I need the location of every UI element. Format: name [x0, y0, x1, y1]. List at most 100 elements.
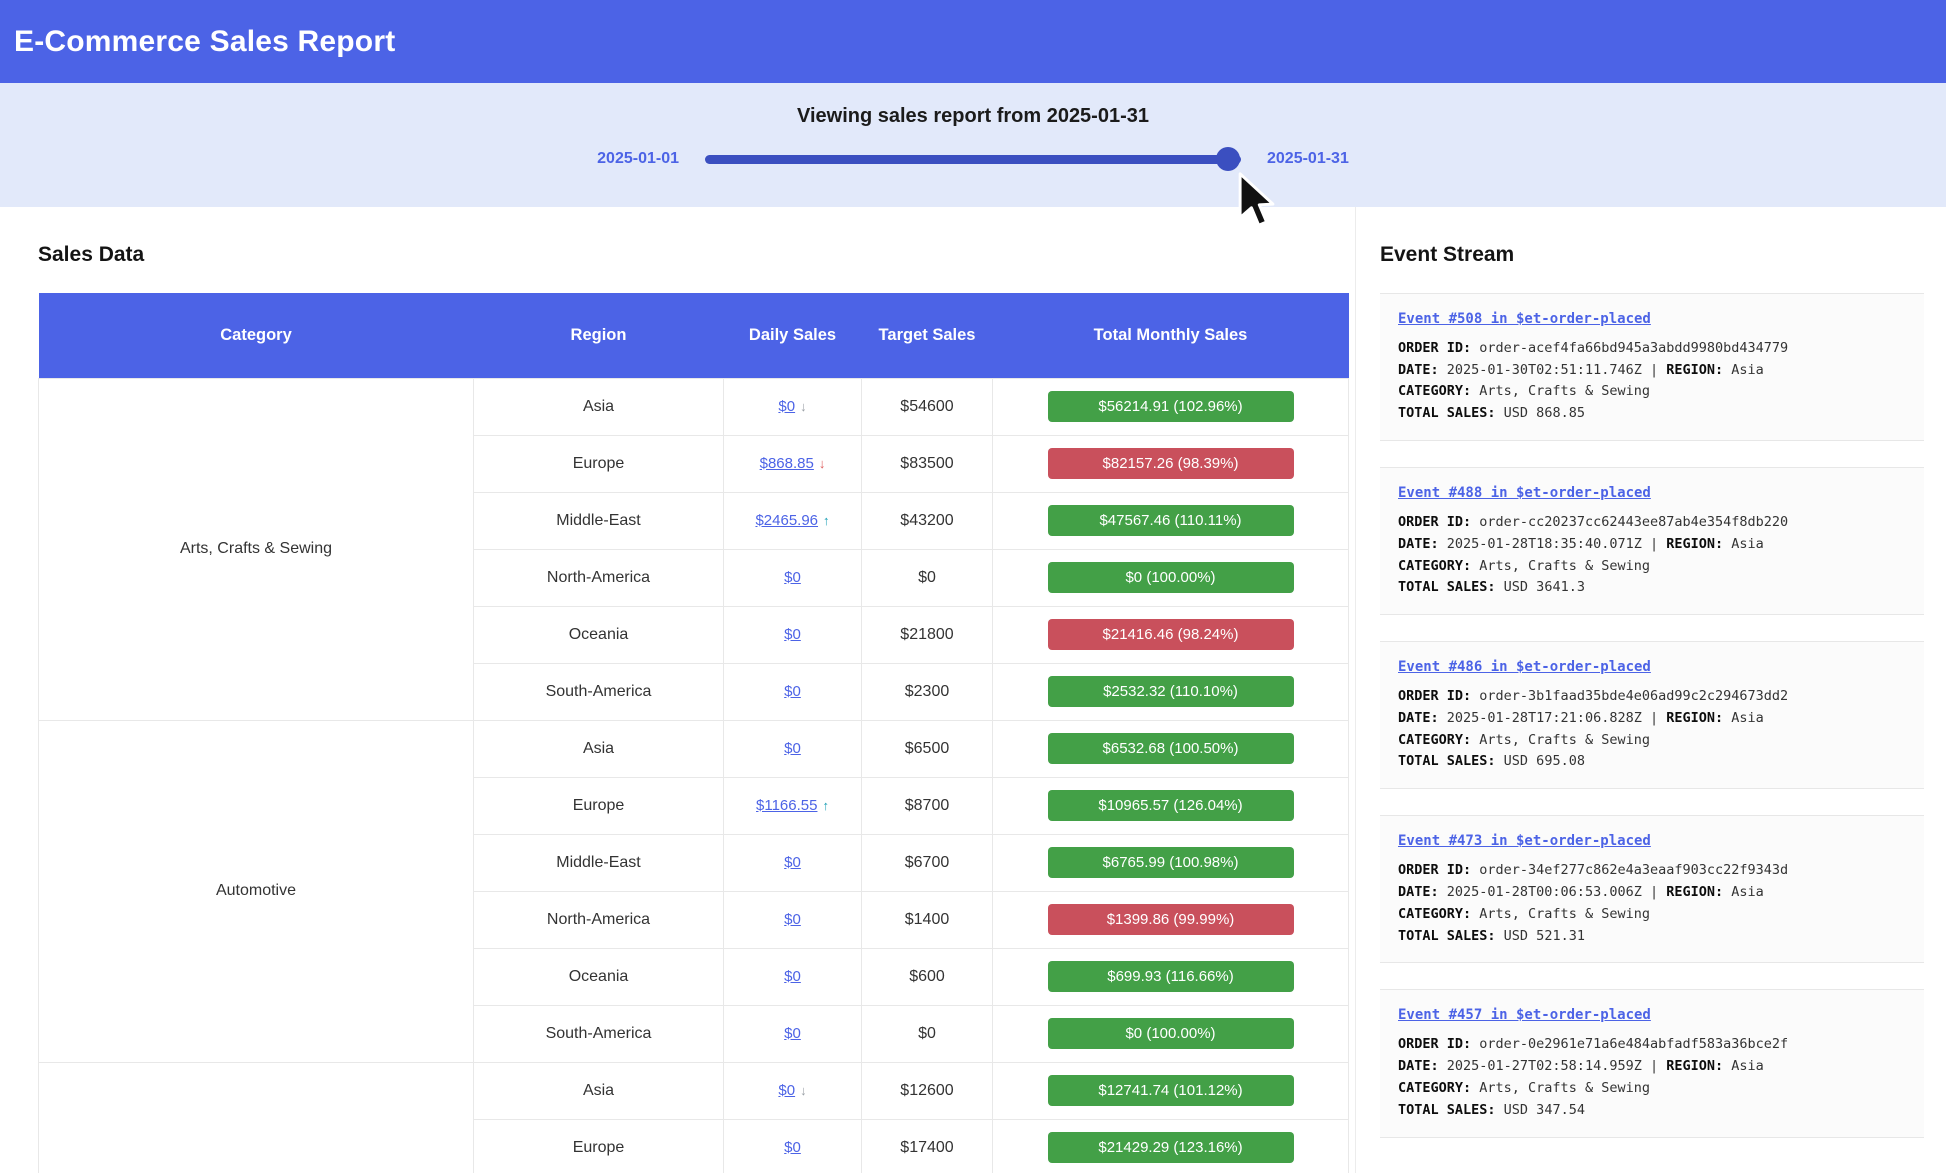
total-sales-badge: $6765.99 (100.98%) — [1048, 847, 1294, 878]
total-sales-badge: $6532.68 (100.50%) — [1048, 733, 1294, 764]
event-order-id: ORDER ID: order-34ef277c862e4a3eaaf903cc… — [1398, 860, 1906, 882]
daily-sales-link[interactable]: $0 — [784, 1139, 801, 1156]
total-sales-badge: $0 (100.00%) — [1048, 1018, 1294, 1049]
event-order-id: ORDER ID: order-acef4fa66bd945a3abdd9980… — [1398, 338, 1906, 360]
daily-sales-cell: $2465.96 ↑ — [724, 492, 862, 549]
sales-table: Category Region Daily Sales Target Sales… — [38, 293, 1349, 1173]
daily-sales-link[interactable]: $0 — [784, 569, 801, 586]
event-stream-panel: Event Stream Event #508 in $et-order-pla… — [1355, 207, 1946, 1173]
total-sales-badge: $82157.26 (98.39%) — [1048, 448, 1294, 479]
event-date-region: DATE: 2025-01-28T00:06:53.006Z | REGION:… — [1398, 882, 1906, 904]
event-link[interactable]: Event #473 in $et-order-placed — [1398, 830, 1651, 853]
total-sales-badge: $10965.57 (126.04%) — [1048, 790, 1294, 821]
target-sales-cell: $83500 — [862, 435, 993, 492]
total-sales-badge: $21429.29 (123.16%) — [1048, 1132, 1294, 1163]
date-slider[interactable] — [705, 155, 1241, 164]
table-row: Asia$0↓$12600$12741.74 (101.12%) — [39, 1062, 1349, 1119]
target-sales-cell: $43200 — [862, 492, 993, 549]
region-cell: Oceania — [474, 606, 724, 663]
target-sales-cell: $17400 — [862, 1119, 993, 1173]
region-cell: Asia — [474, 1062, 724, 1119]
region-cell: Europe — [474, 777, 724, 834]
date-slider-banner: Viewing sales report from 2025-01-31 202… — [0, 83, 1946, 207]
event-link[interactable]: Event #457 in $et-order-placed — [1398, 1004, 1651, 1027]
slider-handle[interactable] — [1216, 147, 1240, 171]
daily-sales-link[interactable]: $0 — [784, 1025, 801, 1042]
daily-sales-cell: $0 — [724, 948, 862, 1005]
daily-sales-link[interactable]: $0 — [784, 626, 801, 643]
total-sales-badge: $56214.91 (102.96%) — [1048, 391, 1294, 422]
event-date-region: DATE: 2025-01-28T18:35:40.071Z | REGION:… — [1398, 534, 1906, 556]
daily-sales-link[interactable]: $0 — [784, 740, 801, 757]
event-date-region: DATE: 2025-01-28T17:21:06.828Z | REGION:… — [1398, 708, 1906, 730]
daily-sales-cell: $0 — [724, 720, 862, 777]
table-row: AutomotiveAsia$0$6500$6532.68 (100.50%) — [39, 720, 1349, 777]
column-header-category: Category — [39, 293, 474, 378]
target-sales-cell: $8700 — [862, 777, 993, 834]
table-header-row: Category Region Daily Sales Target Sales… — [39, 293, 1349, 378]
total-monthly-cell: $699.93 (116.66%) — [993, 948, 1349, 1005]
target-sales-cell: $6500 — [862, 720, 993, 777]
target-sales-cell: $600 — [862, 948, 993, 1005]
daily-sales-link[interactable]: $2465.96 — [755, 512, 818, 529]
daily-sales-cell: $0 ↓ — [724, 378, 862, 435]
trend-up-icon: ↑ — [823, 513, 830, 528]
target-sales-cell: $0 — [862, 549, 993, 606]
total-monthly-cell: $21429.29 (123.16%) — [993, 1119, 1349, 1173]
column-header-region: Region — [474, 293, 724, 378]
event-order-id: ORDER ID: order-3b1faad35bde4e06ad99c2c2… — [1398, 686, 1906, 708]
region-cell: South-America — [474, 663, 724, 720]
region-cell: Middle-East — [474, 834, 724, 891]
total-monthly-cell: $6532.68 (100.50%) — [993, 720, 1349, 777]
slider-min-label: 2025-01-01 — [597, 150, 679, 168]
total-monthly-cell: $56214.91 (102.96%) — [993, 378, 1349, 435]
daily-sales-link[interactable]: $0 — [784, 683, 801, 700]
daily-sales-cell: $0 — [724, 606, 862, 663]
event-card: Event #486 in $et-order-placed ORDER ID: … — [1380, 641, 1924, 789]
daily-sales-link[interactable]: $0 — [784, 968, 801, 985]
sales-data-section: Sales Data Category Region Daily Sales T… — [0, 207, 1348, 1173]
trend-down-icon: ↓ — [819, 456, 826, 471]
total-monthly-cell: $47567.46 (110.11%) — [993, 492, 1349, 549]
region-cell: Europe — [474, 435, 724, 492]
daily-sales-cell: $0 — [724, 834, 862, 891]
target-sales-cell: $54600 — [862, 378, 993, 435]
total-monthly-cell: $2532.32 (110.10%) — [993, 663, 1349, 720]
total-sales-badge: $0 (100.00%) — [1048, 562, 1294, 593]
total-sales-badge: $1399.86 (99.99%) — [1048, 904, 1294, 935]
region-cell: North-America — [474, 549, 724, 606]
event-category: CATEGORY: Arts, Crafts & Sewing — [1398, 381, 1906, 403]
app-header: E-Commerce Sales Report — [0, 0, 1946, 83]
event-order-id: ORDER ID: order-cc20237cc62443ee87ab4e35… — [1398, 512, 1906, 534]
region-cell: Middle-East — [474, 492, 724, 549]
daily-sales-link[interactable]: $0 — [778, 1082, 795, 1099]
region-cell: North-America — [474, 891, 724, 948]
column-header-total-monthly-sales: Total Monthly Sales — [993, 293, 1349, 378]
target-sales-cell: $1400 — [862, 891, 993, 948]
trend-down-icon: ↓ — [800, 399, 807, 414]
daily-sales-link[interactable]: $0 — [784, 911, 801, 928]
total-monthly-cell: $10965.57 (126.04%) — [993, 777, 1349, 834]
daily-sales-link[interactable]: $1166.55 — [756, 797, 817, 814]
event-link[interactable]: Event #488 in $et-order-placed — [1398, 482, 1651, 505]
total-monthly-cell: $21416.46 (98.24%) — [993, 606, 1349, 663]
daily-sales-link[interactable]: $0 — [778, 398, 795, 415]
target-sales-cell: $21800 — [862, 606, 993, 663]
trend-down-icon: ↓ — [800, 1083, 807, 1098]
event-list: Event #508 in $et-order-placed ORDER ID: … — [1380, 293, 1924, 1138]
event-card: Event #488 in $et-order-placed ORDER ID: … — [1380, 467, 1924, 615]
event-total-sales: TOTAL SALES: USD 521.31 — [1398, 926, 1906, 948]
event-date-region: DATE: 2025-01-27T02:58:14.959Z | REGION:… — [1398, 1056, 1906, 1078]
event-link[interactable]: Event #486 in $et-order-placed — [1398, 656, 1651, 679]
slider-max-label: 2025-01-31 — [1267, 150, 1349, 168]
daily-sales-cell: $0 — [724, 663, 862, 720]
daily-sales-link[interactable]: $0 — [784, 854, 801, 871]
daily-sales-link[interactable]: $868.85 — [760, 455, 814, 472]
main-content: Sales Data Category Region Daily Sales T… — [0, 207, 1946, 1173]
sales-data-title: Sales Data — [38, 243, 1348, 267]
total-sales-badge: $47567.46 (110.11%) — [1048, 505, 1294, 536]
total-monthly-cell: $12741.74 (101.12%) — [993, 1062, 1349, 1119]
event-link[interactable]: Event #508 in $et-order-placed — [1398, 308, 1651, 331]
daily-sales-cell: $0 — [724, 891, 862, 948]
event-category: CATEGORY: Arts, Crafts & Sewing — [1398, 730, 1906, 752]
